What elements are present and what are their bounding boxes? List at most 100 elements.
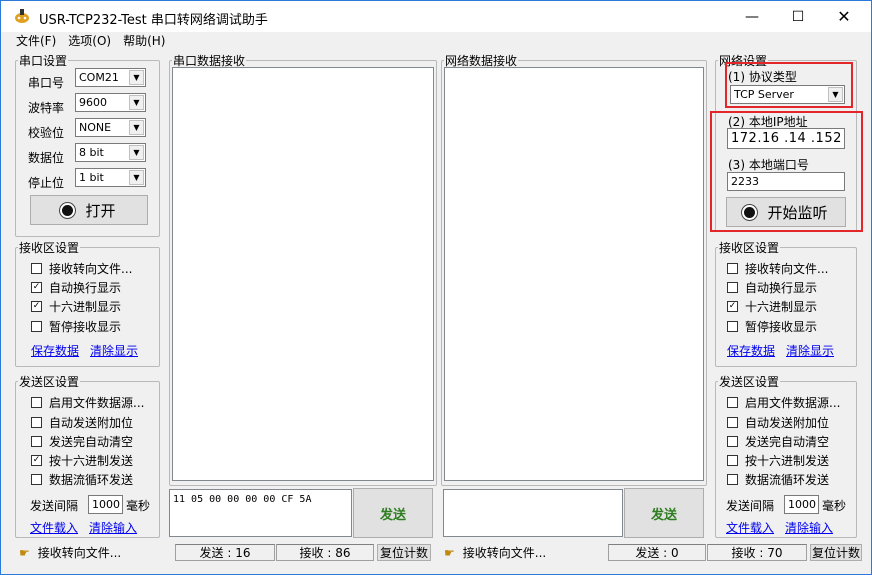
net-send-button[interactable]: 发送: [624, 488, 704, 538]
right-recv-option-redirect[interactable]: 接收转向文件...: [727, 260, 828, 276]
right-recv-option-hex[interactable]: ✓ 十六进制显示: [727, 298, 817, 314]
baud-select[interactable]: 9600 ▼: [75, 93, 146, 112]
baud-value: 9600: [79, 96, 107, 109]
right-send-option-file[interactable]: 启用文件数据源...: [727, 394, 840, 410]
left-interval-label: 发送间隔: [30, 499, 79, 513]
net-receive-textarea[interactable]: [444, 67, 704, 481]
baud-label: 波特率: [28, 101, 65, 115]
title-bar[interactable]: USR-TCP232-Test 串口转网络调试助手 — ☐ ✕: [1, 1, 871, 32]
left-save-data-link[interactable]: 保存数据: [31, 342, 79, 359]
right-recv-option-wrap[interactable]: 自动换行显示: [727, 279, 817, 295]
port-select[interactable]: COM21 ▼: [75, 68, 146, 87]
minimize-icon[interactable]: —: [729, 1, 775, 32]
stopbits-value: 1 bit: [79, 171, 104, 184]
open-port-button[interactable]: 打开: [30, 195, 148, 225]
left-receive-legend: 接收区设置: [19, 241, 80, 255]
close-icon[interactable]: ✕: [821, 1, 867, 32]
left-recv-option-label: 接收转向文件...: [49, 261, 133, 276]
left-send-option-autoclear[interactable]: 发送完自动清空: [31, 433, 133, 449]
chevron-down-icon: ▼: [129, 145, 144, 160]
checkbox-icon: [31, 473, 42, 485]
right-interval-label: 发送间隔: [726, 499, 775, 513]
right-send-option-append[interactable]: 自动发送附加位: [727, 414, 829, 430]
left-send-option-loop[interactable]: 数据流循环发送: [31, 471, 133, 487]
checkbox-icon: [727, 320, 738, 332]
left-redirect-status[interactable]: ☛ 接收转向文件...: [19, 544, 169, 561]
right-interval-input[interactable]: 1000: [784, 495, 819, 514]
right-clear-input-link[interactable]: 清除输入: [785, 519, 833, 536]
right-send-option-label: 发送完自动清空: [745, 434, 830, 449]
checkbox-icon: [727, 281, 738, 293]
right-send-option-hex[interactable]: 按十六进制发送: [727, 452, 829, 468]
right-reset-count-button[interactable]: 复位计数: [810, 544, 862, 561]
right-send-option-label: 自动发送附加位: [745, 415, 830, 430]
right-send-option-autoclear[interactable]: 发送完自动清空: [727, 433, 829, 449]
checkbox-icon: [727, 454, 738, 466]
checkbox-checked-icon: ✓: [31, 281, 42, 293]
right-recv-option-label: 十六进制显示: [745, 299, 818, 314]
right-send-option-label: 按十六进制发送: [745, 453, 830, 468]
left-send-option-label: 启用文件数据源...: [49, 395, 145, 410]
checkbox-icon: [727, 396, 738, 408]
left-clear-display-link[interactable]: 清除显示: [90, 342, 138, 359]
checkbox-icon: [31, 396, 42, 408]
right-redirect-status[interactable]: ☛ 接收转向文件...: [444, 544, 594, 561]
menu-file[interactable]: 文件(F): [1, 32, 62, 50]
parity-value: NONE: [79, 121, 112, 134]
right-load-file-link[interactable]: 文件载入: [726, 519, 774, 536]
right-send-option-loop[interactable]: 数据流循环发送: [727, 471, 829, 487]
maximize-icon[interactable]: ☐: [775, 1, 821, 32]
window-title: USR-TCP232-Test 串口转网络调试助手: [39, 13, 268, 28]
parity-select[interactable]: NONE ▼: [75, 118, 146, 137]
left-recv-option-pause[interactable]: 暂停接收显示: [31, 318, 121, 334]
right-save-data-link[interactable]: 保存数据: [727, 342, 775, 359]
highlight-box-protocol: [725, 62, 853, 108]
right-recv-count: 接收 : 70: [707, 544, 807, 561]
checkbox-icon: [31, 416, 42, 428]
left-interval-input[interactable]: 1000: [88, 495, 123, 514]
right-interval-unit: 毫秒: [822, 499, 847, 513]
right-send-option-label: 数据流循环发送: [745, 472, 830, 487]
left-recv-option-hex[interactable]: ✓ 十六进制显示: [31, 298, 121, 314]
right-receive-legend: 接收区设置: [719, 241, 780, 255]
checkbox-checked-icon: ✓: [727, 300, 738, 312]
left-recv-option-redirect[interactable]: 接收转向文件...: [31, 260, 132, 276]
serial-send-textarea[interactable]: 11 05 00 00 00 00 CF 5A: [169, 489, 352, 537]
left-redirect-label: 接收转向文件...: [37, 546, 122, 560]
open-port-label: 打开: [85, 201, 116, 220]
right-recv-option-pause[interactable]: 暂停接收显示: [727, 318, 817, 334]
left-recv-option-label: 暂停接收显示: [49, 319, 122, 334]
chevron-down-icon: ▼: [129, 70, 144, 85]
menu-options[interactable]: 选项(O): [62, 32, 117, 50]
left-recv-option-wrap[interactable]: ✓ 自动换行显示: [31, 279, 121, 295]
databits-label: 数据位: [28, 151, 65, 165]
right-recv-option-label: 接收转向文件...: [745, 261, 829, 276]
databits-select[interactable]: 8 bit ▼: [75, 143, 146, 162]
right-clear-display-link[interactable]: 清除显示: [786, 342, 834, 359]
parity-label: 校验位: [28, 126, 65, 140]
left-send-option-hex[interactable]: ✓ 按十六进制发送: [31, 452, 133, 468]
checkbox-icon: [31, 320, 42, 332]
stopbits-select[interactable]: 1 bit ▼: [75, 168, 146, 187]
right-sent-count: 发送 : 0: [608, 544, 706, 561]
left-send-option-append[interactable]: 自动发送附加位: [31, 414, 133, 430]
net-send-textarea[interactable]: [443, 489, 623, 537]
menu-help[interactable]: 帮助(H): [117, 32, 171, 50]
left-load-file-link[interactable]: 文件载入: [30, 519, 78, 536]
left-send-option-label: 自动发送附加位: [49, 415, 134, 430]
left-recv-option-label: 十六进制显示: [49, 299, 122, 314]
left-recv-option-label: 自动换行显示: [49, 280, 122, 295]
checkbox-icon: [727, 435, 738, 447]
left-clear-input-link[interactable]: 清除输入: [89, 519, 137, 536]
serial-send-button[interactable]: 发送: [353, 488, 433, 538]
hand-pointer-icon: ☛: [444, 545, 455, 560]
left-interval-unit: 毫秒: [126, 499, 151, 513]
left-reset-count-button[interactable]: 复位计数: [377, 544, 431, 561]
left-send-option-file[interactable]: 启用文件数据源...: [31, 394, 144, 410]
left-send-option-label: 发送完自动清空: [49, 434, 134, 449]
left-send-option-label: 数据流循环发送: [49, 472, 134, 487]
right-recv-option-label: 自动换行显示: [745, 280, 818, 295]
chevron-down-icon: ▼: [129, 120, 144, 135]
serial-receive-textarea[interactable]: [172, 67, 434, 481]
checkbox-checked-icon: ✓: [31, 454, 42, 466]
